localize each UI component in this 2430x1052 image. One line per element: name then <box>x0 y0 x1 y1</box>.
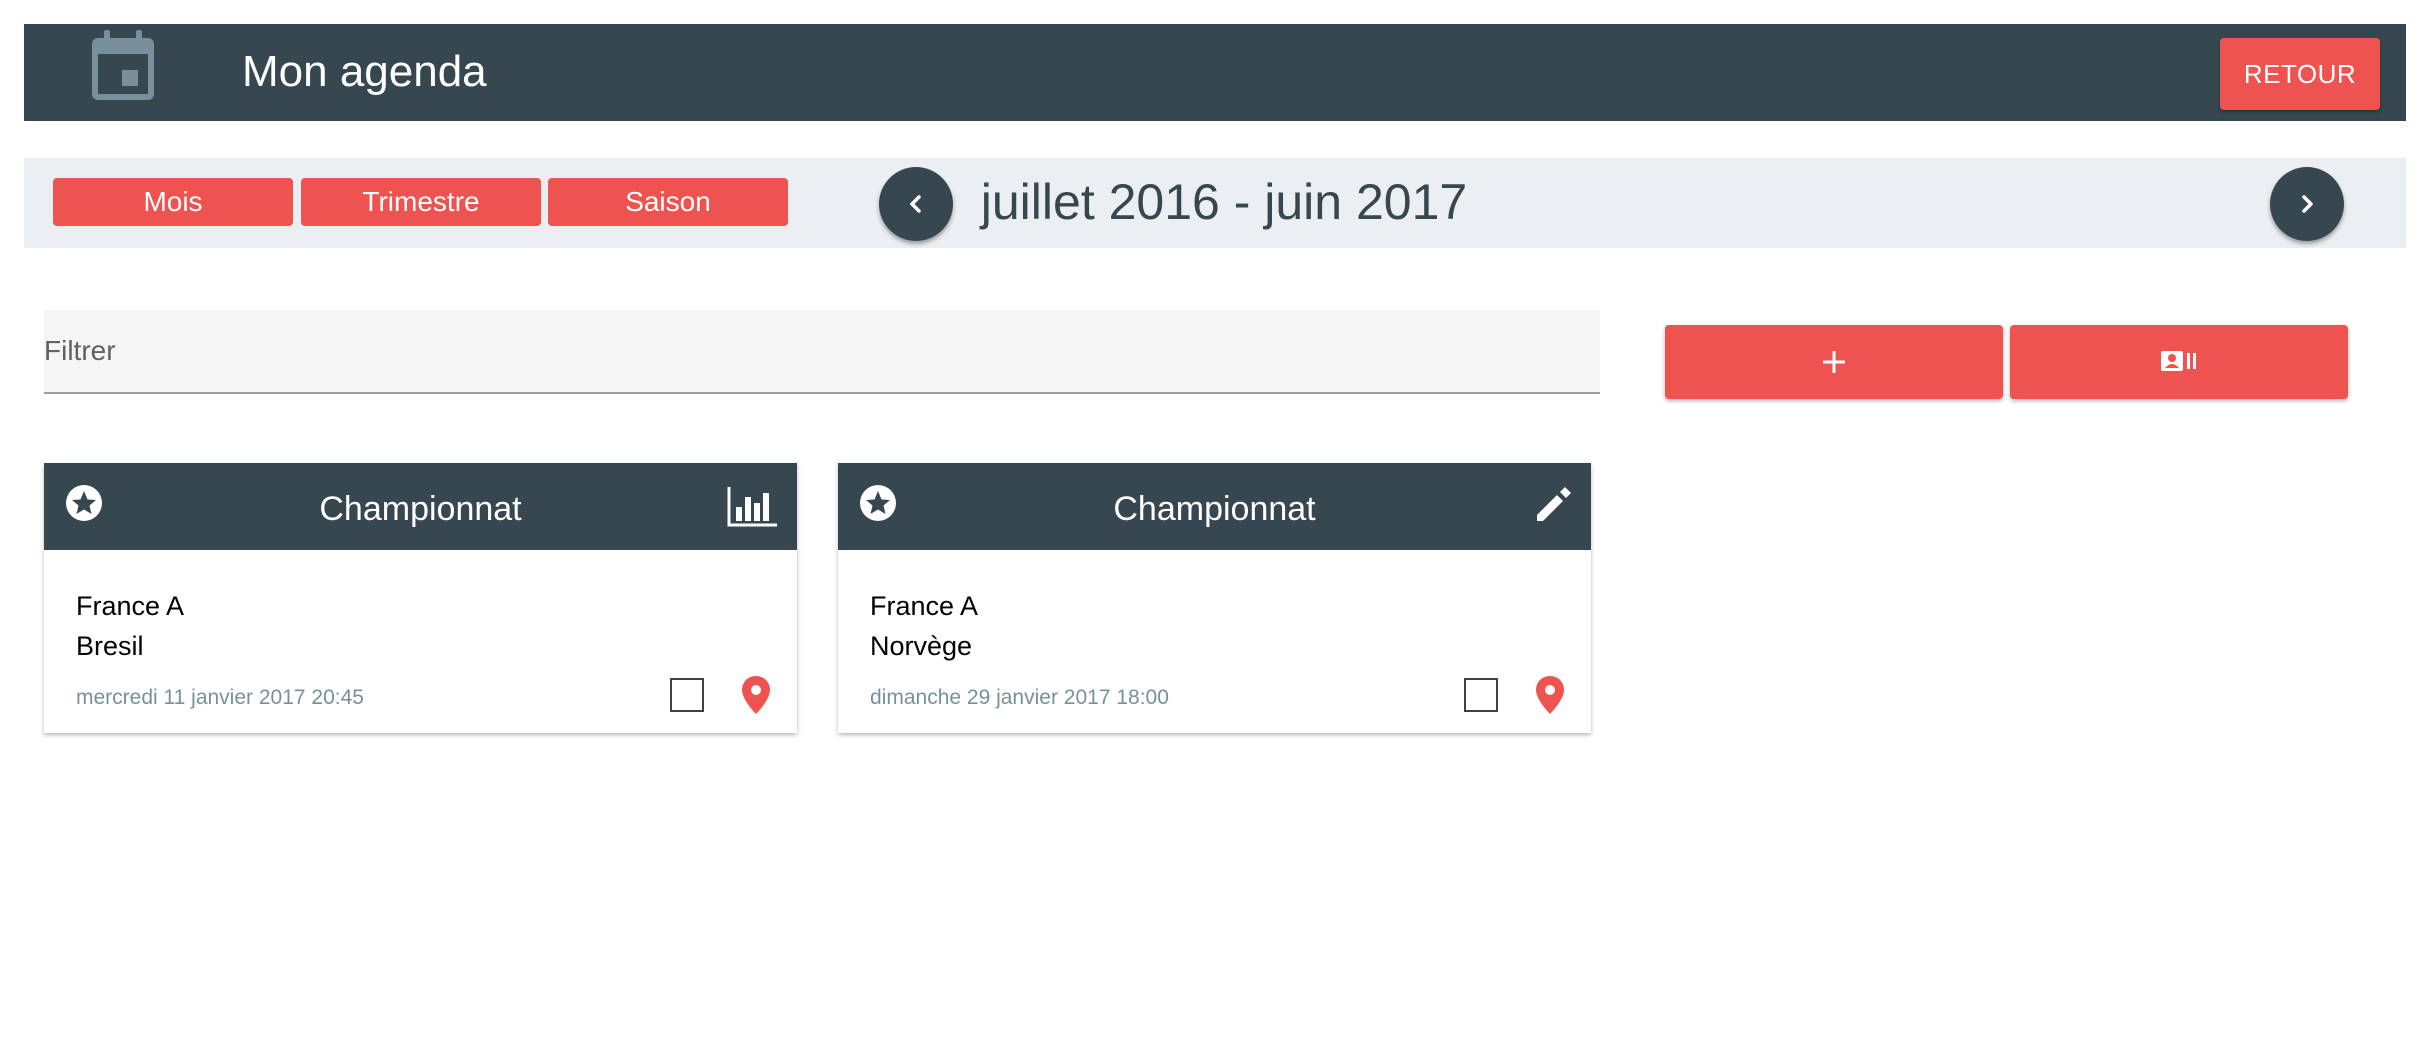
filter-input[interactable] <box>44 310 1600 392</box>
event-date: mercredi 11 janvier 2017 20:45 <box>76 686 364 709</box>
event-card-header: Championnat <box>44 463 797 550</box>
contact-card-icon <box>2161 351 2196 371</box>
away-team: Norvège <box>870 631 973 661</box>
event-card-title: Championnat <box>319 490 522 528</box>
home-team: France A <box>870 591 979 621</box>
plus-icon <box>1823 351 1845 373</box>
event-checkbox[interactable] <box>1464 678 1498 712</box>
bar-chart-icon[interactable] <box>727 485 779 527</box>
add-event-button[interactable] <box>1665 325 2003 399</box>
page-title: Mon agenda <box>242 47 487 96</box>
period-quarter-button[interactable]: Trimestre <box>301 178 541 226</box>
period-bar: Mois Trimestre Saison juillet 2016 - jui… <box>24 158 2406 248</box>
location-pin-icon[interactable] <box>1535 675 1565 715</box>
period-season-button[interactable]: Saison <box>548 178 788 226</box>
contacts-button[interactable] <box>2010 325 2348 399</box>
app-bar: Mon agenda RETOUR <box>24 24 2406 121</box>
event-checkbox[interactable] <box>670 678 704 712</box>
event-card-title: Championnat <box>1113 490 1316 528</box>
period-label: juillet 2016 - juin 2017 <box>980 174 1468 230</box>
pencil-icon[interactable] <box>1533 485 1573 525</box>
chevron-right-icon <box>2302 195 2313 213</box>
home-team: France A <box>76 591 185 621</box>
away-team: Bresil <box>76 631 144 661</box>
calendar-icon <box>86 28 160 102</box>
event-card-header: Championnat <box>838 463 1591 550</box>
event-card[interactable]: Championnat France A Norvège dimanche 29… <box>838 463 1591 733</box>
period-month-button[interactable]: Mois <box>53 178 293 226</box>
event-date: dimanche 29 janvier 2017 18:00 <box>870 686 1169 709</box>
filter-field <box>44 310 1600 394</box>
next-period-button[interactable] <box>2270 167 2344 241</box>
back-button[interactable]: RETOUR <box>2220 38 2380 110</box>
location-pin-icon[interactable] <box>741 675 771 715</box>
event-card[interactable]: Championnat France A Bresil mercredi 11 … <box>44 463 797 733</box>
